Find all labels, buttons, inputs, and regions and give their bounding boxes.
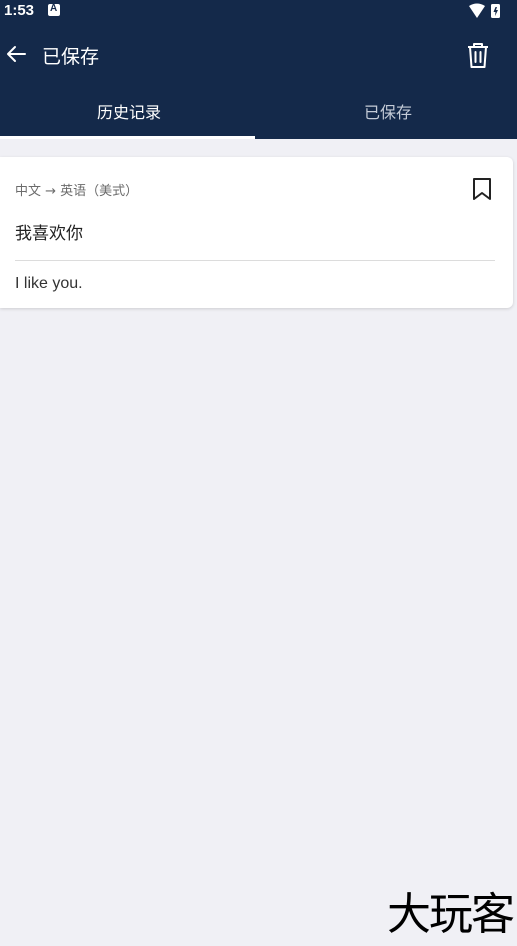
wifi-battery-icon	[469, 3, 500, 18]
bookmark-icon[interactable]	[471, 177, 493, 201]
translated-text: I like you.	[15, 275, 83, 292]
tab-bar: 历史记录 已保存	[0, 86, 517, 139]
translation-card[interactable]: 中文 → 英语（美式） 我喜欢你 I like you.	[0, 157, 513, 308]
tab-saved[interactable]: 已保存	[259, 86, 517, 139]
status-time: 1:53	[4, 2, 35, 19]
page-title: 已保存	[42, 46, 100, 68]
toolbar: 已保存	[0, 28, 517, 84]
source-text: 我喜欢你	[15, 224, 83, 244]
back-arrow-icon[interactable]	[4, 42, 28, 66]
tab-indicator	[0, 136, 255, 139]
watermark: 大玩客	[387, 889, 515, 940]
tab-history[interactable]: 历史记录	[0, 86, 258, 139]
language-pair: 中文 → 英语（美式）	[15, 184, 139, 199]
notification-a-icon	[48, 3, 60, 16]
app-bar: 1:53 已保存 历史记录 已保存	[0, 0, 517, 139]
divider	[15, 260, 495, 261]
status-bar: 1:53	[0, 0, 517, 22]
trash-icon[interactable]	[465, 41, 491, 69]
